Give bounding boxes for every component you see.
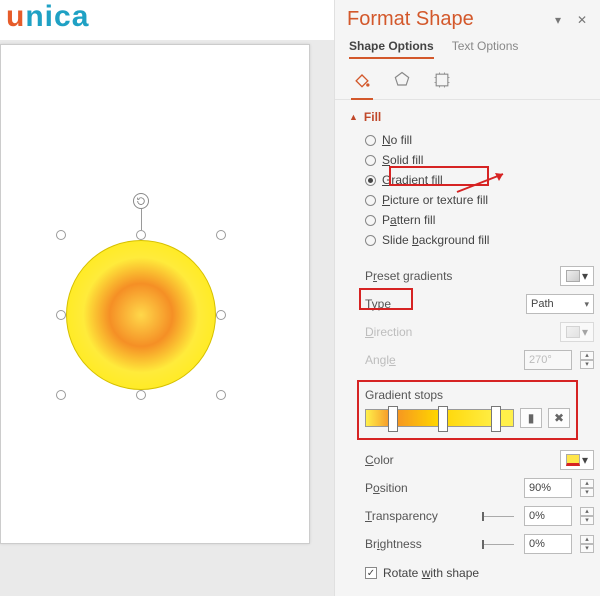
gradient-stop-handle[interactable] (388, 406, 398, 432)
tab-shape-options[interactable]: Shape Options (349, 35, 434, 59)
tab-text-options[interactable]: Text Options (452, 35, 519, 59)
brightness-label: Brightness (365, 537, 474, 551)
radio-icon (365, 215, 376, 226)
color-picker[interactable]: ▾ (560, 450, 594, 470)
position-stepper[interactable]: ▴▾ (580, 479, 594, 497)
position-label: Position (365, 481, 518, 495)
radio-icon (365, 195, 376, 206)
rotation-handle[interactable] (133, 193, 149, 209)
resize-handle-br[interactable] (216, 390, 226, 400)
radio-icon (365, 175, 376, 186)
fill-section-label: Fill (364, 110, 381, 124)
radio-icon (365, 135, 376, 146)
selected-shape[interactable] (61, 235, 221, 395)
angle-spinner: 270° (524, 350, 572, 370)
resize-handle-t[interactable] (136, 230, 146, 240)
brightness-spinner[interactable]: 0% (524, 534, 572, 554)
resize-handle-l[interactable] (56, 310, 66, 320)
transparency-label: Transparency (365, 509, 474, 523)
watermark-logo: unica (0, 0, 334, 40)
angle-stepper: ▴▾ (580, 351, 594, 369)
preset-gradients-label: Preset gradients (365, 269, 554, 283)
gradient-stops-group: Gradient stops ▮ ✖ (357, 380, 578, 440)
resize-handle-r[interactable] (216, 310, 226, 320)
brightness-slider[interactable] (482, 544, 514, 545)
remove-stop-button[interactable]: ✖ (548, 408, 570, 428)
panel-menu-button[interactable]: ▾ (550, 13, 566, 27)
direction-label: Direction (365, 325, 554, 339)
pentagon-icon (392, 70, 412, 90)
fill-line-tab-icon[interactable] (349, 67, 375, 93)
type-label: Type (365, 297, 520, 311)
add-stop-icon: ▮ (528, 411, 535, 425)
logo-letter-a: a (72, 0, 90, 33)
preset-gradients-picker[interactable]: ▾ (560, 266, 594, 286)
gradient-stop-handle[interactable] (491, 406, 501, 432)
resize-handle-tr[interactable] (216, 230, 226, 240)
paint-bucket-icon (352, 70, 372, 90)
direction-picker: ▾ (560, 322, 594, 342)
radio-gradient-fill[interactable]: Gradient fill (365, 170, 594, 190)
gradient-stop-handle[interactable] (438, 406, 448, 432)
format-shape-panel: Format Shape ▾ ✕ Shape Options Text Opti… (334, 0, 600, 596)
panel-close-button[interactable]: ✕ (574, 13, 590, 27)
logo-letter-c: c (54, 0, 72, 33)
type-value: Path (531, 298, 554, 310)
angle-label: Angle (365, 353, 518, 367)
type-combo[interactable]: Path▾ (526, 294, 594, 314)
transparency-spinner[interactable]: 0% (524, 506, 572, 526)
panel-scroll[interactable]: ▲ Fill NNo fillo fill Solid fill Gradien… (335, 100, 600, 596)
brightness-stepper[interactable]: ▴▾ (580, 535, 594, 553)
position-spinner[interactable]: 90% (524, 478, 572, 498)
add-stop-button[interactable]: ▮ (520, 408, 542, 428)
fill-section-header[interactable]: ▲ Fill (335, 106, 594, 130)
checkbox-icon: ✓ (365, 567, 377, 579)
radio-no-fill[interactable]: NNo fillo fill (365, 130, 594, 150)
rotate-with-shape-checkbox[interactable]: ✓ Rotate with shape (335, 560, 594, 590)
remove-stop-icon: ✖ (554, 411, 564, 425)
logo-letter-i: i (45, 0, 54, 33)
radio-slide-bg-fill[interactable]: Slide background fill (365, 230, 594, 250)
circle-shape[interactable] (66, 240, 216, 390)
radio-icon (365, 235, 376, 246)
radio-solid-fill[interactable]: Solid fill (365, 150, 594, 170)
panel-title: Format Shape (347, 8, 542, 31)
canvas-area: unica (0, 0, 334, 596)
transparency-stepper[interactable]: ▴▾ (580, 507, 594, 525)
radio-picture-fill[interactable]: Picture or texture fill (365, 190, 594, 210)
slide[interactable] (0, 44, 310, 544)
rotate-icon (136, 196, 146, 206)
size-tab-icon[interactable] (429, 67, 455, 93)
gradient-stops-bar[interactable] (365, 409, 514, 427)
collapse-triangle-icon: ▲ (349, 112, 358, 122)
resize-handle-bl[interactable] (56, 390, 66, 400)
logo-letter-u: u (6, 0, 25, 33)
effects-tab-icon[interactable] (389, 67, 415, 93)
resize-handle-tl[interactable] (56, 230, 66, 240)
color-label: Color (365, 453, 554, 467)
radio-pattern-fill[interactable]: Pattern fill (365, 210, 594, 230)
logo-letter-n: n (25, 0, 44, 33)
resize-handle-b[interactable] (136, 390, 146, 400)
radio-icon (365, 155, 376, 166)
gradient-stops-label: Gradient stops (365, 388, 570, 402)
transparency-slider[interactable] (482, 516, 514, 517)
size-icon (432, 70, 452, 90)
